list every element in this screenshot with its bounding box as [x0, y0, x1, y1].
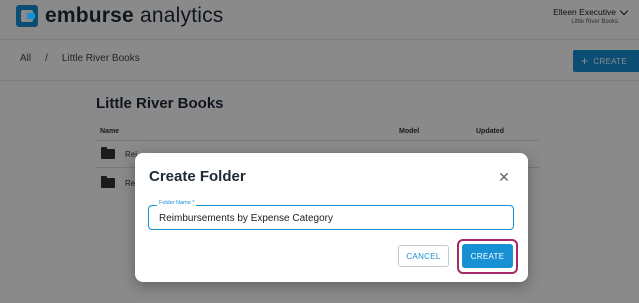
close-icon[interactable]: ✕: [497, 170, 511, 184]
folder-name-field[interactable]: Folder Name *: [148, 200, 514, 230]
dialog-title: Create Folder: [149, 168, 246, 185]
dialog-create-button[interactable]: CREATE: [462, 244, 513, 268]
cancel-button[interactable]: CANCEL: [398, 245, 449, 267]
folder-name-label: Folder Name *: [157, 200, 197, 206]
folder-name-input[interactable]: [159, 211, 504, 225]
create-folder-dialog: Create Folder ✕ Folder Name * CANCEL CRE…: [135, 153, 528, 282]
